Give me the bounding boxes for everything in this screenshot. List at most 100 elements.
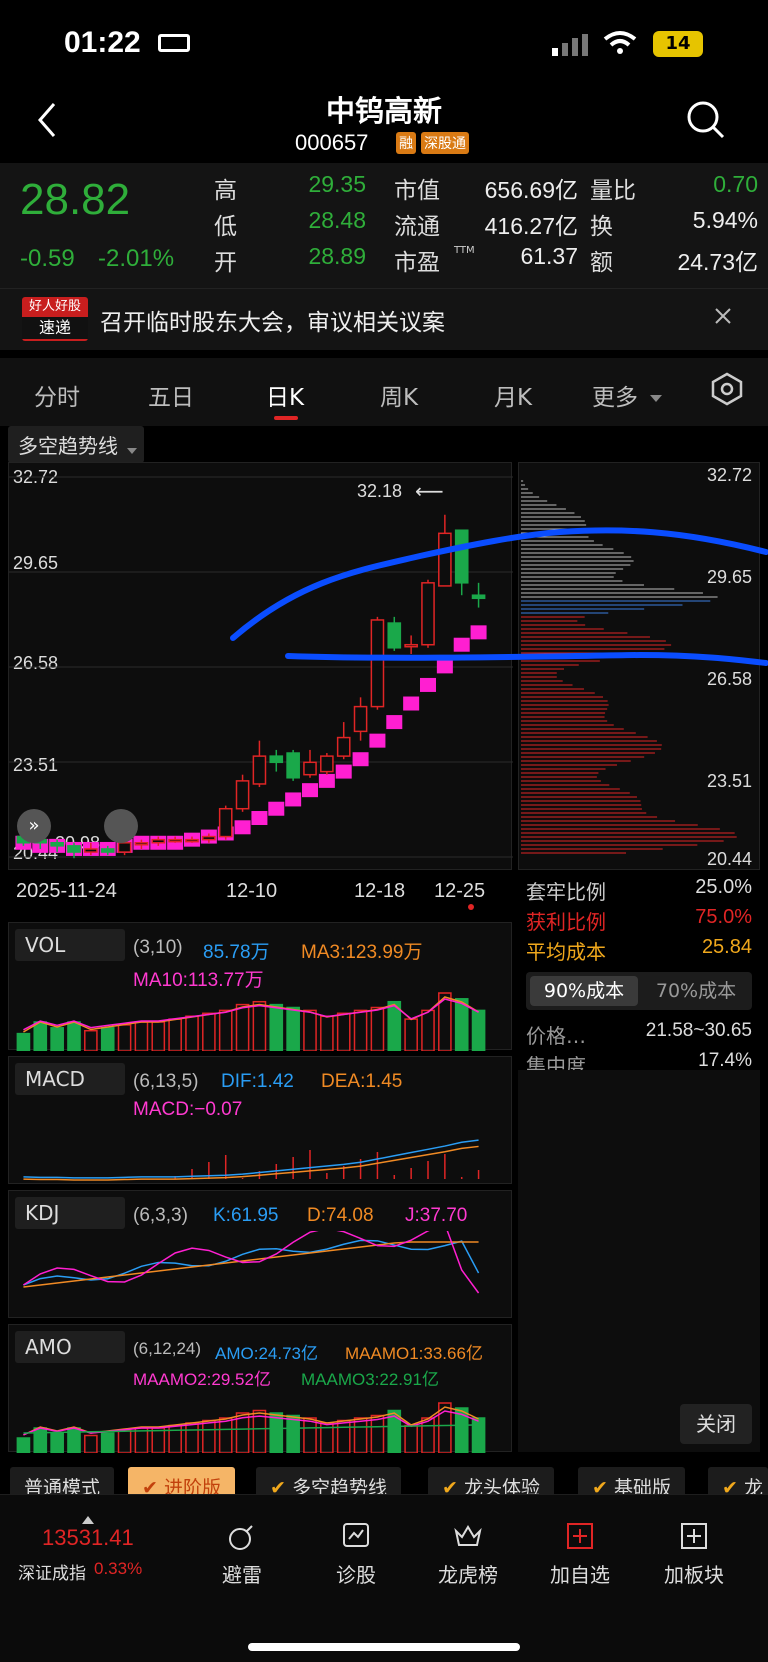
amo-ma1-line: [23, 1406, 479, 1436]
volume-bar: [100, 1027, 115, 1051]
amo-bar: [336, 1419, 351, 1453]
volume-bar: [320, 1015, 334, 1051]
amo-value: AMO:24.73亿: [215, 1344, 318, 1363]
volume-bar: [117, 1024, 132, 1051]
add-icon: [567, 1523, 593, 1549]
index-name: 深证成指: [18, 1564, 86, 1584]
volume-bar: [404, 1018, 418, 1051]
kdj-k: K:61.95: [213, 1205, 279, 1226]
tab-90-cost[interactable]: 90%成本: [530, 976, 638, 1006]
macd-dea: DEA:1.45: [321, 1071, 403, 1092]
volume-bar: [303, 1009, 317, 1051]
chip-empty-area: [518, 1070, 760, 1452]
home-indicator: [248, 1643, 520, 1651]
index-value[interactable]: 13531.41: [42, 1525, 134, 1551]
volume-bar: [353, 1009, 368, 1051]
amo-bar: [370, 1414, 385, 1453]
kdj-d: D:74.08: [307, 1205, 374, 1226]
kdj-selector[interactable]: KDJ: [15, 1197, 125, 1229]
volume-bar: [454, 998, 469, 1051]
volume-bar: [151, 1021, 166, 1051]
amo-bar: [353, 1417, 368, 1453]
amo-bar: [33, 1427, 48, 1453]
vol-value: 85.78万: [203, 942, 270, 963]
diagnose-label: 诊股: [336, 1563, 376, 1587]
index-pct: 0.33%: [94, 1559, 143, 1578]
close-button[interactable]: 关闭: [680, 1404, 752, 1444]
dragon-tiger-button[interactable]: 龙虎榜: [428, 1521, 508, 1588]
vol-panel: VOL (3,10) 85.78万 MA3:123.99万 MA10:113.7…: [8, 922, 512, 1051]
amo-bar: [100, 1432, 115, 1453]
kdj-lines: [23, 1231, 480, 1294]
vol-ma10-line: [23, 998, 479, 1031]
amo-bar: [50, 1432, 64, 1453]
add-sector-button[interactable]: 加板块: [654, 1521, 734, 1588]
vol-params: (3,10): [133, 937, 183, 958]
amo-ma1: MAAMO1:33.66亿: [345, 1344, 483, 1363]
amo-params: (6,12,24): [133, 1339, 202, 1358]
profit-value: 75.0%: [695, 906, 752, 928]
add-watchlist-label: 加自选: [550, 1563, 610, 1587]
volume-bar: [168, 1018, 182, 1051]
diagnose-icon: [343, 1523, 369, 1547]
range-label: 价格…: [526, 1024, 586, 1048]
volume-bar: [471, 1009, 486, 1051]
crown-icon: [454, 1525, 482, 1546]
kdj-j: J:37.70: [405, 1205, 468, 1226]
avg-cost-label: 平均成本: [526, 940, 606, 964]
amo-ma3-line: [23, 1424, 479, 1434]
amo-bar: [16, 1437, 31, 1453]
vol-selector[interactable]: VOL: [15, 929, 125, 961]
amo-bar: [117, 1429, 132, 1453]
volume-bar: [134, 1021, 149, 1051]
volume-bar: [33, 1021, 48, 1051]
amo-bar: [134, 1427, 149, 1453]
amo-bar: [471, 1417, 486, 1453]
amo-bar: [202, 1419, 216, 1453]
kdj-params: (6,3,3): [133, 1205, 188, 1226]
macd-selector[interactable]: MACD: [15, 1063, 125, 1095]
volume-bars: [16, 992, 486, 1051]
tab-70-cost[interactable]: 70%成本: [642, 976, 750, 1006]
dea-line: [23, 1145, 479, 1181]
avoid-risk-label: 避雷: [222, 1563, 262, 1587]
volume-bar: [50, 1027, 64, 1051]
profit-label: 获利比例: [526, 910, 606, 934]
volume-bar: [370, 1006, 385, 1051]
range-value: 21.58~30.65: [645, 1020, 752, 1041]
bottom-toolbar: 13531.41 深证成指 0.33% 避雷 诊股 龙虎榜 加自选 加板块: [0, 1494, 768, 1662]
dif-line: [23, 1139, 479, 1179]
trapped-label: 套牢比例: [526, 880, 606, 904]
volume-bar: [252, 1000, 267, 1051]
amo-selector[interactable]: AMO: [15, 1331, 125, 1363]
volume-bar: [84, 1029, 98, 1051]
amo-bar: [185, 1422, 199, 1453]
dragon-tiger-label: 龙虎榜: [438, 1563, 498, 1587]
chip-stats: 套牢比例 25.0% 获利比例 75.0% 平均成本 25.84 90%成本 7…: [518, 872, 760, 1078]
vol-ma3: MA3:123.99万: [301, 942, 423, 963]
volume-bar: [235, 1003, 250, 1051]
amo-bar: [84, 1434, 98, 1453]
macd-dif: DIF:1.42: [221, 1071, 294, 1092]
add-sector-label: 加板块: [664, 1563, 724, 1587]
add-box-icon: [681, 1523, 707, 1549]
amo-bar: [269, 1412, 284, 1453]
volume-bar: [218, 1009, 233, 1051]
trapped-value: 25.0%: [695, 876, 752, 898]
amo-panel: AMO (6,12,24) AMO:24.73亿 MAAMO1:33.66亿 M…: [8, 1324, 512, 1453]
volume-bar: [16, 1032, 31, 1051]
volume-bar: [67, 1021, 81, 1051]
add-watchlist-button[interactable]: 加自选: [540, 1521, 620, 1588]
kdj-panel: KDJ (6,3,3) K:61.95 D:74.08 J:37.70: [8, 1190, 512, 1318]
macd-lines: [23, 1139, 480, 1181]
macd-panel: MACD (6,13,5) DIF:1.42 DEA:1.45 MACD:−0.…: [8, 1056, 512, 1184]
avoid-risk-button[interactable]: 避雷: [202, 1521, 282, 1588]
avg-cost-value: 25.84: [701, 936, 752, 958]
concentration-value: 17.4%: [698, 1050, 752, 1071]
volume-bar: [269, 1003, 284, 1051]
volume-bar: [336, 1012, 351, 1051]
macd-params: (6,13,5): [133, 1071, 199, 1092]
amo-bar: [404, 1424, 418, 1453]
volume-bar: [421, 1009, 435, 1051]
diagnose-button[interactable]: 诊股: [316, 1521, 396, 1588]
